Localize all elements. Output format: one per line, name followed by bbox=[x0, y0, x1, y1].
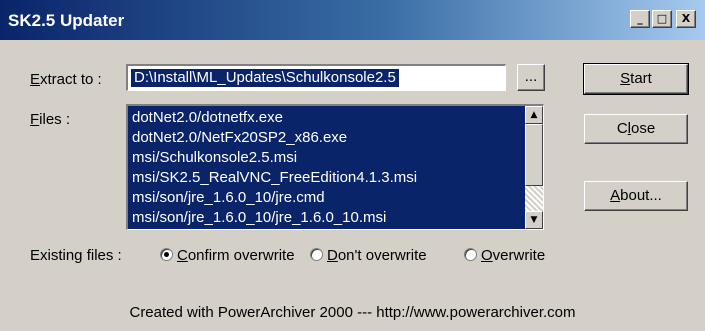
close-window-button[interactable]: X bbox=[676, 10, 696, 28]
window-title: SK2.5 Updater bbox=[8, 11, 125, 30]
dont-overwrite-label[interactable]: Don't overwrite bbox=[327, 247, 427, 264]
about-button[interactable]: About... bbox=[584, 181, 688, 211]
list-item[interactable]: msi/Schulkonsole2.5.msi bbox=[132, 148, 522, 168]
start-button[interactable]: Start bbox=[583, 63, 689, 95]
minimize-button[interactable]: _ bbox=[630, 10, 650, 28]
list-item[interactable]: msi/son/jre_1.6.0_10/jre.cmd bbox=[132, 188, 522, 208]
list-item[interactable]: msi/son/jre_1.6.0_10/jre_1.6.0_10.msi bbox=[132, 208, 522, 228]
browse-button[interactable]: ... bbox=[517, 64, 545, 91]
list-item[interactable]: dotNet2.0/NetFx20SP2_x86.exe bbox=[132, 128, 522, 148]
scroll-thumb[interactable] bbox=[525, 124, 543, 186]
extract-path-value: D:\Install\ML_Updates\Schulkonsole2.5 bbox=[131, 69, 399, 87]
close-button[interactable]: Close bbox=[584, 114, 688, 144]
confirm-overwrite-radio[interactable] bbox=[160, 248, 173, 261]
extract-to-label: Extract to : bbox=[30, 71, 102, 88]
footer-credit: Created with PowerArchiver 2000 --- http… bbox=[129, 304, 576, 321]
scroll-down-arrow-icon[interactable]: ▼ bbox=[525, 211, 543, 229]
extract-path-input[interactable]: D:\Install\ML_Updates\Schulkonsole2.5 bbox=[126, 64, 506, 91]
overwrite-radio[interactable] bbox=[464, 248, 477, 261]
maximize-button[interactable]: □ bbox=[652, 10, 672, 28]
list-item[interactable]: dotNet2.0/dotnetfx.exe bbox=[132, 108, 522, 128]
dont-overwrite-radio[interactable] bbox=[310, 248, 323, 261]
files-list[interactable]: dotNet2.0/dotnetfx.exe dotNet2.0/NetFx20… bbox=[126, 104, 544, 230]
radio-selected-dot-icon bbox=[164, 252, 169, 257]
existing-files-label: Existing files : bbox=[30, 247, 122, 264]
files-scrollbar[interactable]: ▲ ▼ bbox=[525, 106, 543, 229]
list-item[interactable]: msi/SK2.5_RealVNC_FreeEdition4.1.3.msi bbox=[132, 168, 522, 188]
files-label: Files : bbox=[30, 111, 71, 128]
scroll-up-arrow-icon[interactable]: ▲ bbox=[525, 106, 543, 124]
confirm-overwrite-label[interactable]: Confirm overwrite bbox=[177, 247, 295, 264]
overwrite-label[interactable]: Overwrite bbox=[481, 247, 545, 264]
title-bar[interactable]: SK2.5 Updater _ □ X bbox=[0, 0, 705, 40]
